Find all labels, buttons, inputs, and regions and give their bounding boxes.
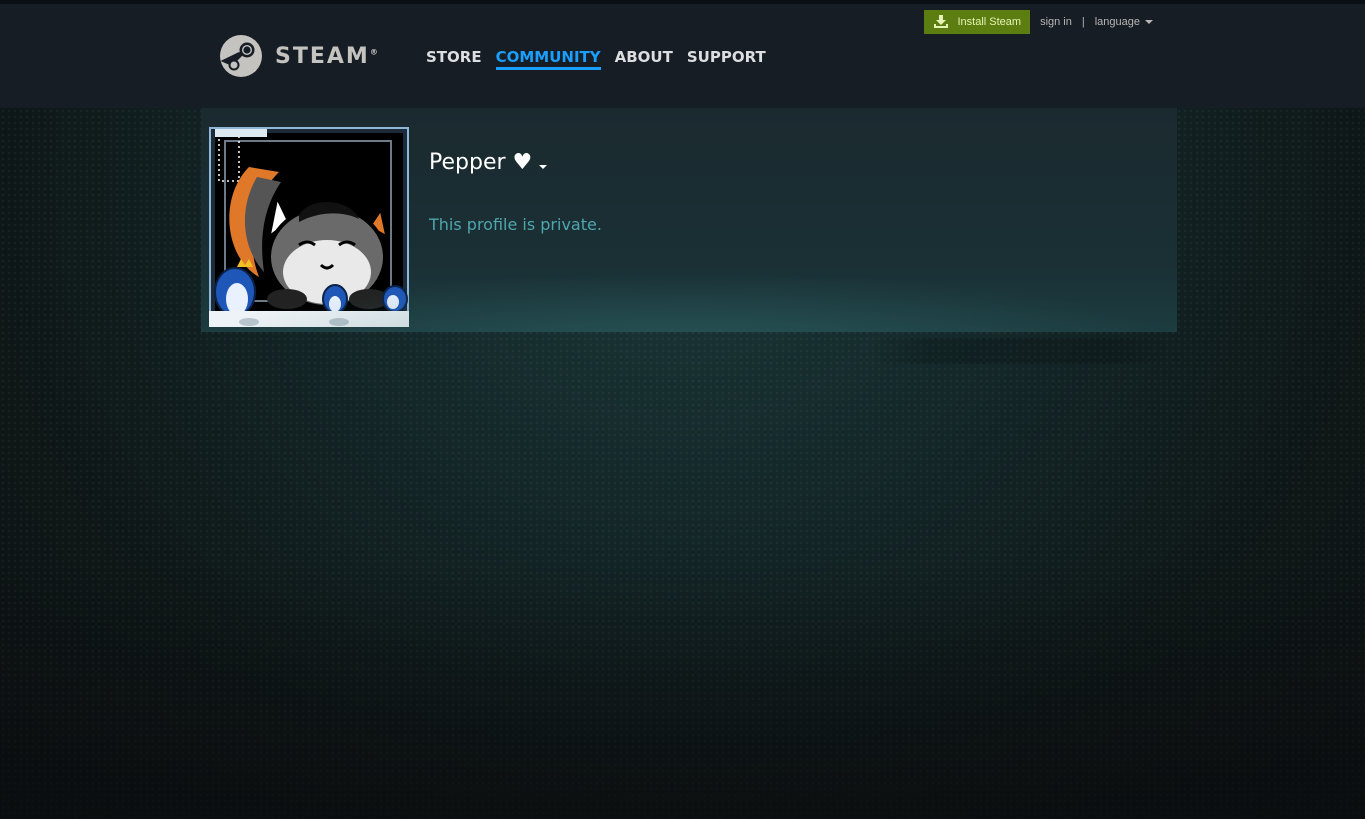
steam-logo[interactable]: STEAM® [219, 34, 378, 78]
profile-header: Pepper ♥ This profile is private. [201, 108, 1177, 332]
nav-about[interactable]: ABOUT [615, 48, 673, 70]
avatar[interactable] [209, 127, 409, 327]
persona-caret-icon[interactable] [539, 164, 548, 169]
separator: | [1081, 16, 1085, 28]
main-nav: STORE COMMUNITY ABOUT SUPPORT [426, 48, 780, 70]
download-icon [934, 15, 949, 28]
install-steam-label: Install Steam [957, 16, 1022, 28]
persona-name: Pepper ♥ [429, 150, 533, 175]
nav-community[interactable]: COMMUNITY [495, 48, 601, 70]
language-caret-icon [1145, 20, 1153, 24]
private-profile-message: This profile is private. [429, 215, 602, 234]
persona-name-row: Pepper ♥ [429, 150, 548, 175]
install-steam-button[interactable]: Install Steam [924, 10, 1031, 34]
nav-support[interactable]: SUPPORT [687, 48, 766, 70]
nav-store[interactable]: STORE [426, 48, 482, 70]
sign-in-link[interactable]: sign in [1040, 16, 1072, 28]
steam-wordmark: STEAM® [275, 43, 378, 69]
decorative-shadow [870, 338, 1170, 364]
global-header: STEAM® STORE COMMUNITY ABOUT SUPPORT Ins… [0, 4, 1365, 108]
global-actions: Install Steam sign in | language [924, 10, 1153, 34]
steam-logo-icon [220, 35, 262, 77]
avatar-image [209, 127, 409, 327]
language-label: language [1094, 16, 1140, 28]
language-dropdown[interactable]: language [1095, 16, 1153, 28]
